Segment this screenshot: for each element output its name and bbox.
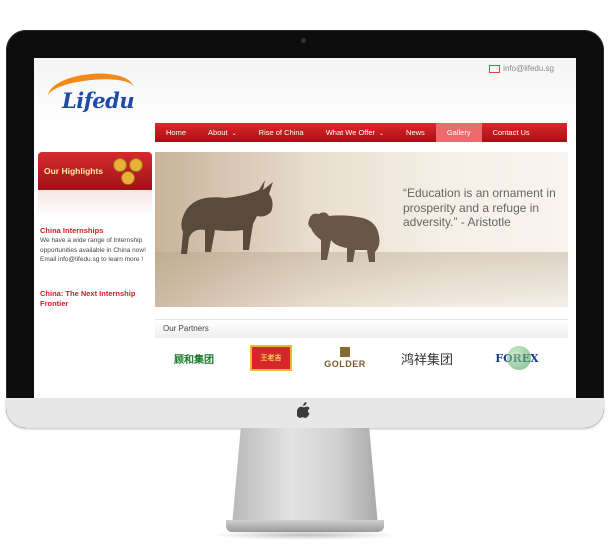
nav-label: Rise of China — [258, 128, 304, 137]
nav-item-gallery[interactable]: Gallery — [435, 123, 482, 142]
hero-banner: “Education is an ornament in prosperity … — [155, 152, 568, 307]
nav-item-rise-of-china[interactable]: Rise of China — [248, 123, 315, 142]
medal-icon — [130, 159, 142, 171]
globe-icon — [507, 345, 532, 370]
partners-title: Our Partners — [163, 324, 209, 333]
bull-statue-image — [181, 180, 273, 254]
site-logo[interactable]: Lifedu — [42, 69, 154, 122]
nav-item-home[interactable]: Home — [155, 123, 197, 142]
partner-logo-1[interactable]: 顾和集团 — [167, 344, 221, 372]
highlights-fade — [38, 190, 152, 216]
highlights-title: Our Highlights — [44, 166, 104, 176]
nav-item-what-we-offer[interactable]: What We Offer ⌄ — [315, 123, 395, 142]
highlight-link-next-frontier[interactable]: China: The Next Internship Frontier — [40, 289, 150, 309]
partner-logo-text: 王老吉 — [260, 355, 282, 362]
nav-item-contact-us[interactable]: Contact Us — [482, 123, 541, 142]
chevron-down-icon: ⌄ — [231, 131, 237, 137]
nav-label: About — [208, 128, 228, 137]
header-email-text: info@lifedu.sg — [503, 64, 554, 73]
chevron-down-icon: ⌄ — [379, 131, 385, 137]
nav-label: News — [406, 128, 425, 137]
nav-item-about[interactable]: About ⌄ — [197, 123, 248, 142]
logo-text: Lifedu — [62, 88, 135, 113]
header-email[interactable]: info@lifedu.sg — [489, 64, 554, 73]
nav-label: Contact Us — [492, 128, 530, 137]
partner-logo-text: 顾和集团 — [174, 354, 214, 366]
partner-logo-4[interactable]: 鸿祥集团 — [394, 344, 460, 372]
forex-logo: FOREX — [495, 345, 539, 370]
golder-mark-icon — [340, 347, 350, 357]
partner-logo-badge: 王老吉 — [250, 345, 292, 371]
partner-logo-text: GOLDER — [324, 359, 366, 369]
medal-icon — [122, 172, 134, 184]
mail-icon — [489, 64, 501, 73]
monitor-stand — [232, 428, 378, 526]
nav-label: Home — [166, 128, 187, 137]
nav-label: Gallery — [446, 128, 471, 137]
partners-section-header: Our Partners — [155, 319, 568, 338]
apple-logo-icon — [295, 402, 313, 420]
highlight-link-china-internships[interactable]: China Internships — [40, 226, 103, 235]
camera-icon — [301, 38, 306, 43]
partner-logo-3[interactable]: GOLDER — [322, 344, 368, 372]
nav-item-news[interactable]: News — [395, 123, 436, 142]
medal-icon — [114, 159, 126, 171]
website-screen: Lifedu info@lifedu.sg Home About ⌄ Rise o… — [34, 58, 576, 398]
highlight-text-china-internships: We have a wide range of Internship oppor… — [40, 237, 146, 263]
highlights-header: Our Highlights — [38, 152, 152, 190]
stand-shadow — [210, 530, 400, 540]
main-nav: Home About ⌄ Rise of China What We Offer ⌄… — [155, 123, 567, 142]
partner-logo-5[interactable]: FOREX — [482, 344, 552, 372]
nav-label: What We Offer — [325, 128, 376, 137]
partner-logo-text: 鸿祥集团 — [400, 352, 453, 368]
bear-statue-image — [308, 212, 380, 262]
banner-quote: “Education is an ornament in prosperity … — [403, 186, 556, 229]
partner-logo-2[interactable]: 王老吉 — [250, 344, 292, 372]
